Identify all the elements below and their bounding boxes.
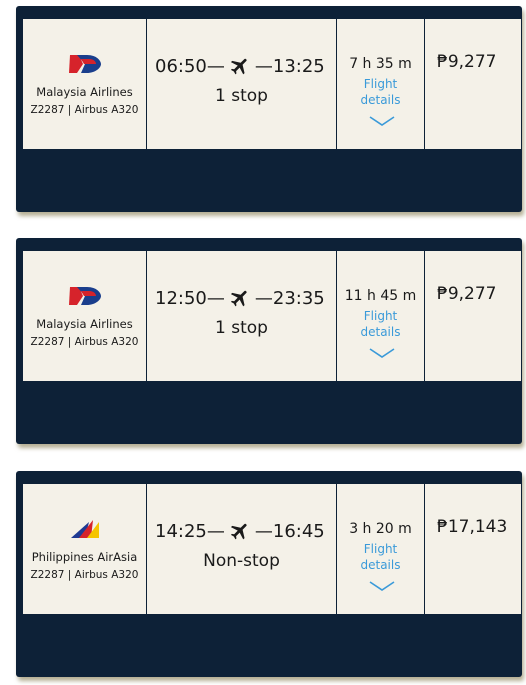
airline-name: Malaysia Airlines [36, 85, 133, 99]
departure-time: 14:25 [155, 520, 207, 542]
dash: — [206, 287, 225, 309]
airline-column: Philippines AirAsia Z2287 | Airbus A320 [23, 484, 147, 614]
departure-time: 06:50 [155, 55, 207, 77]
flight-card[interactable]: Malaysia Airlines Z2287 | Airbus A320 12… [16, 238, 522, 444]
dash: — [206, 55, 225, 77]
flight-duration: 3 h 20 m [349, 521, 412, 537]
malaysia-airlines-logo-icon [23, 281, 146, 311]
flight-details-line1: Flight [363, 309, 398, 323]
philippine-airlines-logo-icon [23, 514, 146, 544]
airline-column: Malaysia Airlines Z2287 | Airbus A320 [23, 19, 147, 149]
dash: — [206, 520, 225, 542]
flight-times: 12:50 — — 23:35 [155, 287, 325, 309]
stops-label: 1 stop [215, 86, 268, 106]
chevron-down-icon[interactable] [368, 347, 396, 359]
flight-number: Z2287 | Airbus A320 [30, 104, 139, 116]
flight-details-line1: Flight [363, 542, 398, 556]
price-column: ₱9,277 [425, 251, 521, 381]
flight-details-line2: details [360, 558, 401, 572]
dash: — [254, 520, 273, 542]
airplane-icon [230, 58, 247, 75]
flight-details-link[interactable]: Flight details [337, 308, 424, 340]
flight-times: 14:25 — — 16:45 [155, 520, 325, 542]
flight-price: ₱9,277 [437, 284, 497, 304]
flight-duration: 11 h 45 m [344, 288, 417, 304]
flight-number: Z2287 | Airbus A320 [30, 336, 139, 348]
flight-details-link[interactable]: Flight details [337, 541, 424, 573]
schedule-column: 12:50 — — 23:35 1 stop [147, 251, 337, 381]
flight-details-line1: Flight [363, 77, 398, 91]
chevron-down-icon[interactable] [368, 115, 396, 127]
malaysia-airlines-logo-icon [23, 49, 146, 79]
duration-column: 3 h 20 m Flight details [337, 484, 425, 614]
duration-column: 7 h 35 m Flight details [337, 19, 425, 149]
flight-price: ₱9,277 [437, 52, 497, 72]
duration-column: 11 h 45 m Flight details [337, 251, 425, 381]
flight-summary: Malaysia Airlines Z2287 | Airbus A320 06… [23, 19, 521, 149]
flight-details-line2: details [360, 93, 401, 107]
arrival-time: 16:45 [272, 520, 325, 542]
schedule-column: 14:25 — — 16:45 Non-stop [147, 484, 337, 614]
flight-details-line2: details [360, 325, 401, 339]
arrival-time: 13:25 [272, 55, 325, 77]
airline-column: Malaysia Airlines Z2287 | Airbus A320 [23, 251, 147, 381]
price-column: ₱17,143 [425, 484, 521, 614]
flight-summary: Philippines AirAsia Z2287 | Airbus A320 … [23, 484, 521, 614]
arrival-time: 23:35 [272, 287, 325, 309]
flight-card[interactable]: Malaysia Airlines Z2287 | Airbus A320 06… [16, 6, 522, 212]
price-column: ₱9,277 [425, 19, 521, 149]
flight-price: ₱17,143 [437, 517, 508, 537]
flight-duration: 7 h 35 m [349, 56, 412, 72]
stops-label: Non-stop [203, 551, 280, 571]
schedule-column: 06:50 — — 13:25 1 stop [147, 19, 337, 149]
dash: — [254, 287, 273, 309]
departure-time: 12:50 [155, 287, 207, 309]
stops-label: 1 stop [215, 318, 268, 338]
airplane-icon [230, 290, 247, 307]
flight-number: Z2287 | Airbus A320 [30, 569, 139, 581]
flight-details-link[interactable]: Flight details [337, 76, 424, 108]
airplane-icon [230, 523, 247, 540]
airline-name: Philippines AirAsia [31, 550, 138, 564]
flight-summary: Malaysia Airlines Z2287 | Airbus A320 12… [23, 251, 521, 381]
dash: — [254, 55, 273, 77]
airline-name: Malaysia Airlines [36, 317, 133, 331]
flight-times: 06:50 — — 13:25 [155, 55, 325, 77]
flight-card[interactable]: Philippines AirAsia Z2287 | Airbus A320 … [16, 471, 522, 677]
chevron-down-icon[interactable] [368, 580, 396, 592]
